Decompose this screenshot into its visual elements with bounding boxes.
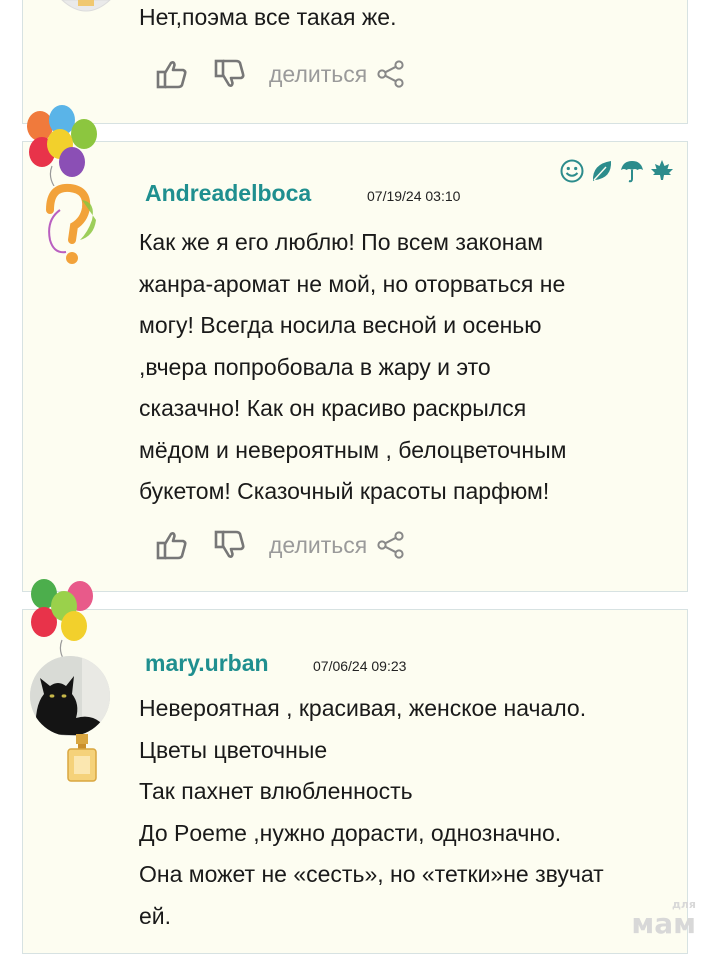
user-badges bbox=[559, 158, 675, 184]
comment-card-1: Нет,поэма все такая же. делиться bbox=[22, 0, 688, 124]
balloons-icon bbox=[31, 579, 93, 660]
comment-line: Невероятная , красивая, женское начало. bbox=[139, 695, 587, 721]
avatar-partial[interactable] bbox=[60, 0, 112, 14]
comment-line: ,вчера попробовала в жару и это bbox=[139, 353, 491, 380]
comment-body: Невероятная , красивая, женское начало. … bbox=[139, 688, 604, 937]
comment-line: До Poeme ,нужно дорасти, однозначно. bbox=[139, 819, 562, 846]
share-button[interactable]: делиться bbox=[269, 61, 367, 88]
comment-line: букетом! Сказочный красоты парфюм! bbox=[139, 478, 550, 504]
comment-line: ей. bbox=[139, 902, 172, 929]
comment-author[interactable]: mary.urban bbox=[145, 650, 269, 677]
comment-line: Так пахнет влюбленность bbox=[139, 778, 413, 804]
perfume-bottle-icon bbox=[67, 734, 97, 782]
comment-line: сказачно! Как он красиво раскрылся bbox=[139, 395, 527, 421]
comment-date: 07/06/24 09:23 bbox=[313, 658, 407, 674]
balloons-icon bbox=[27, 105, 97, 186]
comment-author[interactable]: Andreadelboca bbox=[145, 180, 311, 207]
comment-line: могу! Всегда носила весной и осенью bbox=[139, 312, 542, 338]
comment-line: жанра-аромат не мой, но оторваться не bbox=[139, 270, 566, 297]
thumbs-down-icon[interactable] bbox=[213, 57, 247, 91]
comment-actions: делиться bbox=[155, 528, 405, 562]
thumbs-up-icon[interactable] bbox=[155, 57, 189, 91]
maple-leaf-icon bbox=[651, 160, 673, 180]
watermark-bottom: мам bbox=[631, 907, 696, 940]
share-button[interactable]: делиться bbox=[269, 532, 367, 559]
avatar[interactable] bbox=[36, 180, 100, 270]
comment-card-3: mary.urban 07/06/24 09:23 Невероятная , … bbox=[22, 609, 688, 954]
avatar[interactable] bbox=[30, 656, 110, 736]
comment-date: 07/19/24 03:10 bbox=[367, 188, 461, 204]
comment-line: Цветы цветочные bbox=[139, 736, 328, 763]
comment-card-2: Andreadelboca 07/19/24 03:10 Как же я ег… bbox=[22, 141, 688, 592]
leaf-icon bbox=[592, 161, 612, 181]
comment-line: мёдом и невероятным , белоцветочным bbox=[139, 436, 567, 463]
share-icon[interactable] bbox=[377, 60, 405, 88]
watermark-logo: для мам bbox=[631, 899, 696, 938]
umbrella-icon bbox=[621, 161, 643, 183]
comment-line: Она может не «сесть», но «тетки»не звуча… bbox=[139, 861, 604, 887]
comment-actions: делиться bbox=[155, 57, 405, 91]
comment-body: Как же я его люблю! По всем законам жанр… bbox=[139, 222, 566, 513]
comment-line: Как же я его люблю! По всем законам bbox=[139, 229, 544, 255]
comment-text: Нет,поэма все такая же. bbox=[139, 4, 397, 30]
cat-photo-icon bbox=[30, 656, 110, 736]
thumbs-up-icon[interactable] bbox=[155, 528, 189, 562]
smiley-icon bbox=[560, 159, 584, 183]
thumbs-down-icon[interactable] bbox=[213, 528, 247, 562]
share-icon[interactable] bbox=[377, 531, 405, 559]
